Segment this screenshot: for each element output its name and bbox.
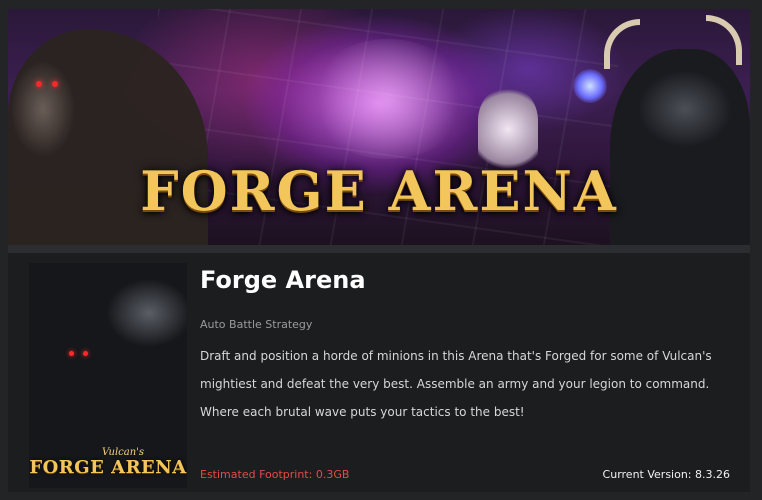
banner-creature-figure — [478, 89, 538, 169]
cover-warrior-eye-icon — [83, 351, 88, 356]
game-genre: Auto Battle Strategy — [200, 318, 313, 331]
current-version: Current Version: 8.3.26 — [602, 468, 730, 481]
cover-warrior-eye-icon — [69, 351, 74, 356]
hero-banner: FORGE ARENA — [8, 9, 750, 245]
estimated-footprint: Estimated Footprint: 0.3GB — [200, 468, 350, 481]
divider — [8, 245, 750, 253]
cover-logo: FORGE ARENA — [29, 457, 187, 478]
game-title: Forge Arena — [200, 266, 366, 294]
warrior-eye-icon — [36, 81, 42, 87]
banner-magic-glow — [308, 39, 468, 159]
game-description: Draft and position a horde of minions in… — [200, 349, 712, 419]
banner-logo: FORGE ARENA — [140, 159, 618, 223]
warrior-eye-icon — [52, 81, 58, 87]
banner-magic-orb — [573, 69, 607, 103]
minotaur-horn-icon — [706, 15, 742, 65]
game-cover-art: Vulcan's FORGE ARENA — [29, 263, 187, 488]
